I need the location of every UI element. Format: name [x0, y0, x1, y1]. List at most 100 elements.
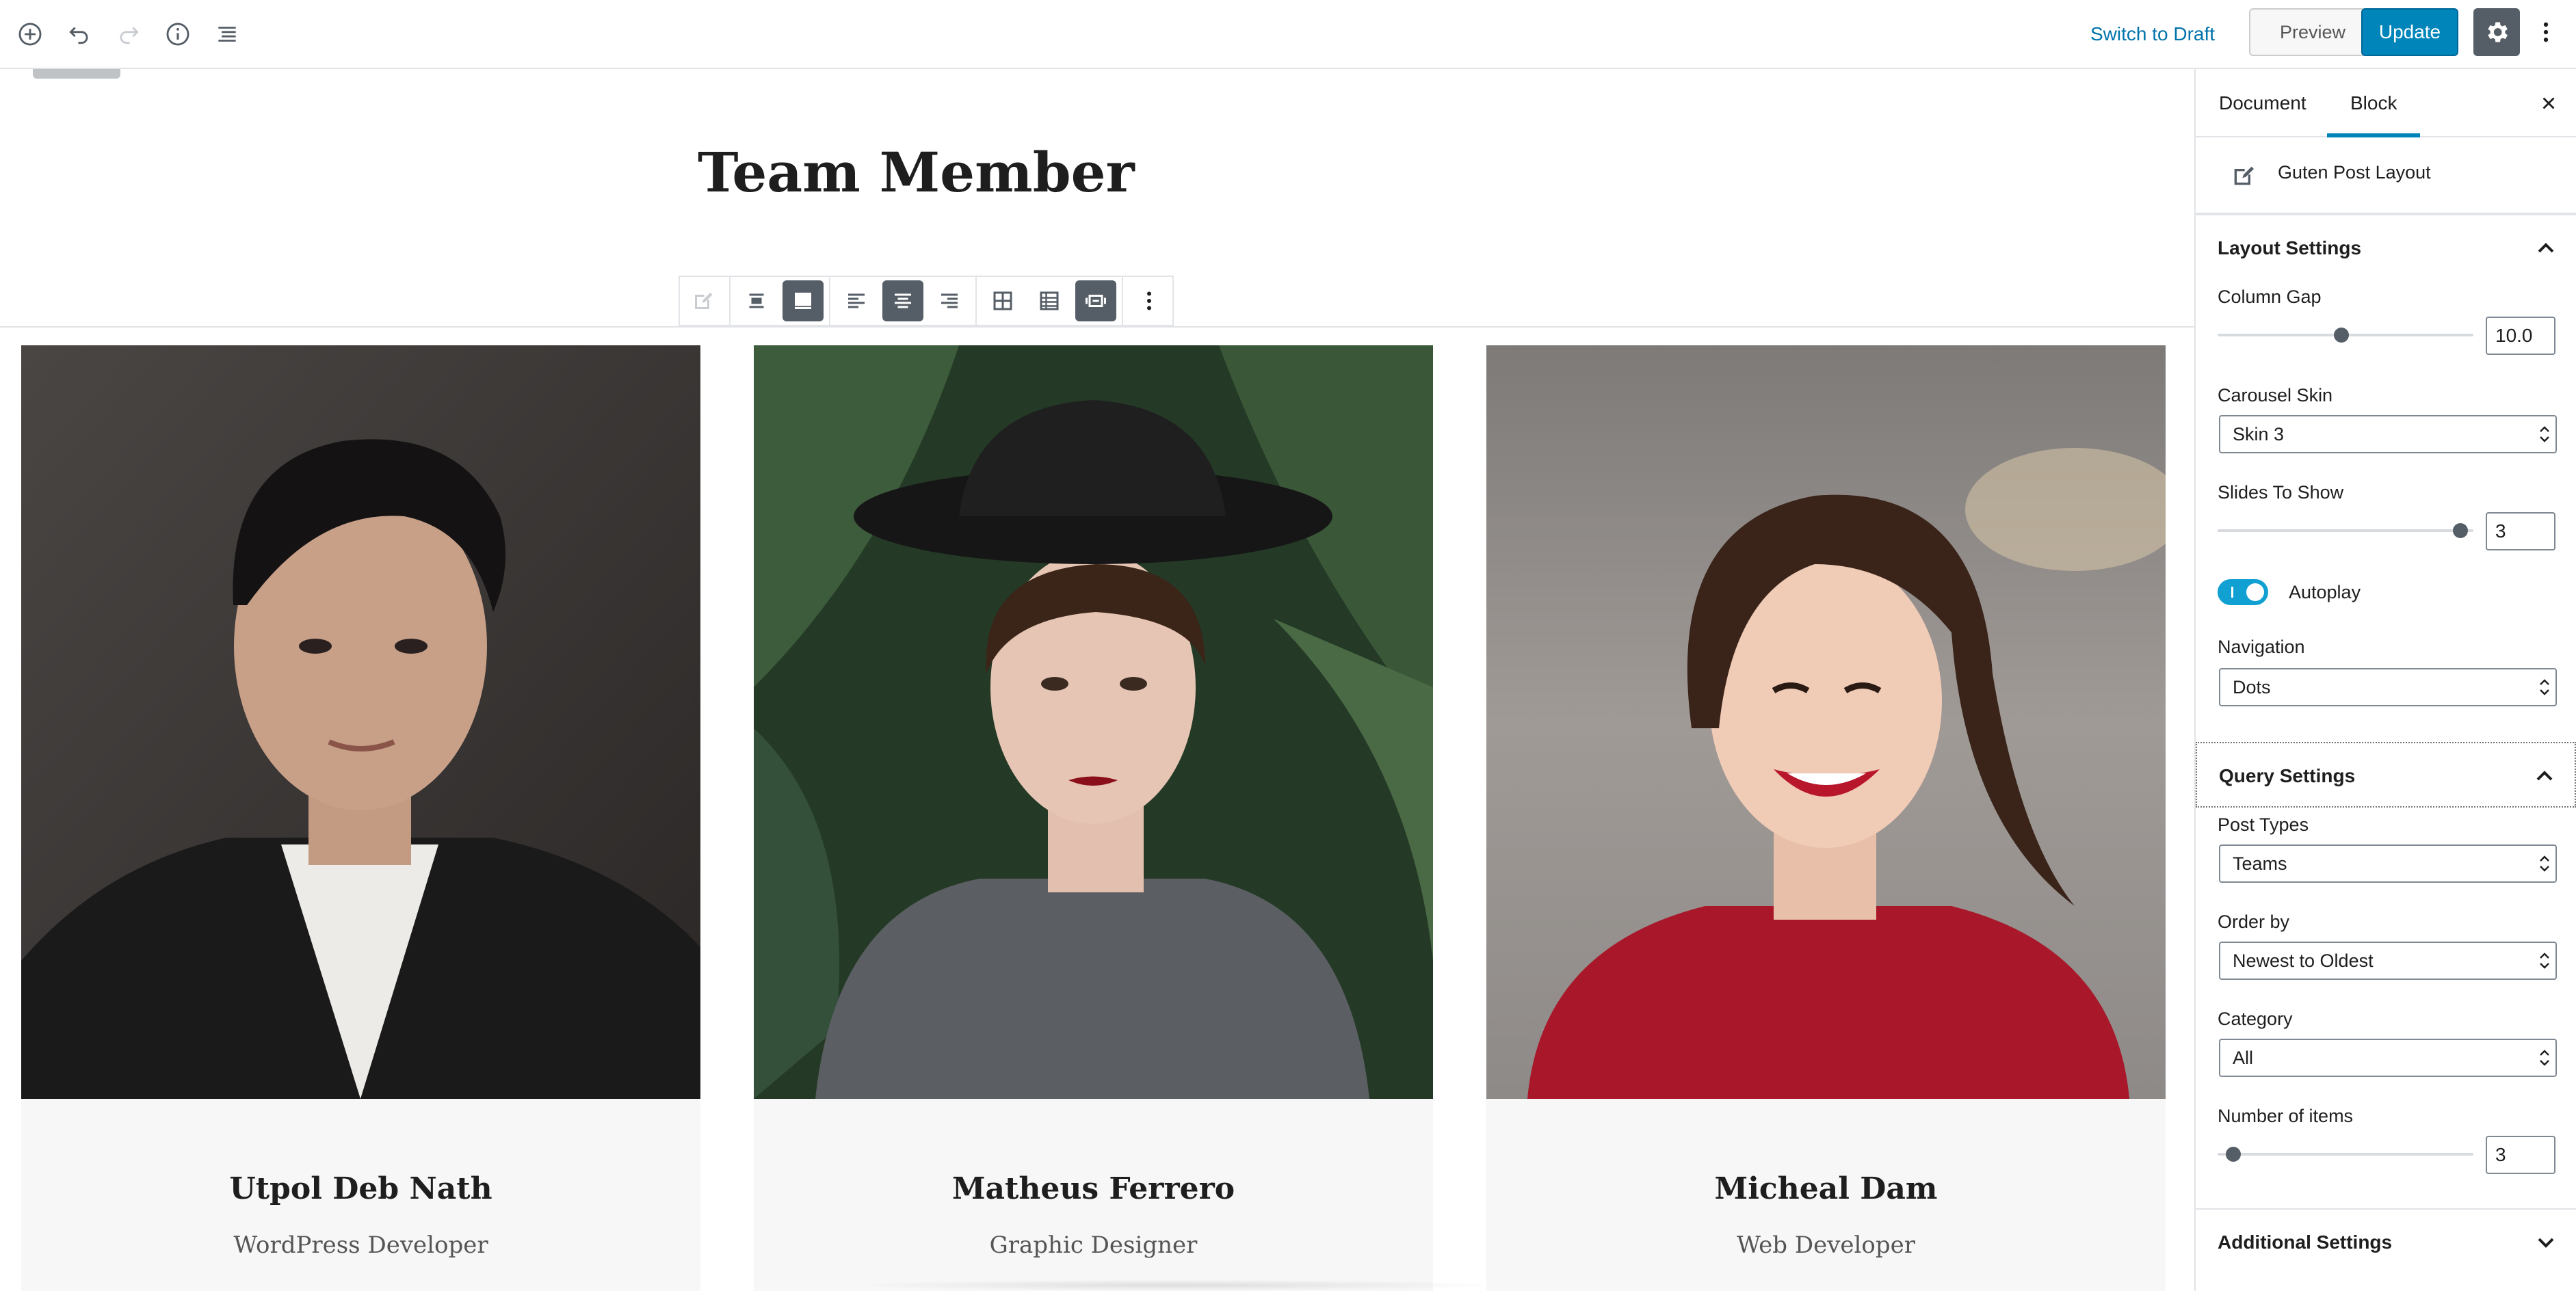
slider-track [2218, 529, 2473, 532]
select-value: All [2233, 1048, 2254, 1068]
select-arrows-icon [2540, 679, 2549, 695]
settings-gear-button[interactable] [2473, 8, 2520, 56]
order-by-select[interactable]: Newest to Oldest [2219, 942, 2557, 980]
navigation-select[interactable]: Dots [2219, 668, 2557, 706]
edit-post-icon [2234, 166, 2254, 185]
sidebar-tabs: Document Block [2196, 69, 2576, 137]
align-center-icon [895, 293, 911, 308]
team-card[interactable]: Micheal Dam Web Developer [1486, 345, 2166, 1291]
carousel-view-button[interactable] [1075, 280, 1116, 321]
chevron-down-icon [2538, 1238, 2554, 1248]
select-arrows-icon [2540, 953, 2549, 969]
category-select[interactable]: All [2219, 1039, 2557, 1077]
grid-view-button[interactable] [982, 280, 1023, 321]
slider-thumb[interactable] [2453, 523, 2468, 538]
align-right-button[interactable] [929, 280, 970, 321]
select-value: Newest to Oldest [2233, 950, 2374, 971]
block-more-options-button[interactable] [1129, 280, 1170, 321]
switch-to-draft-link[interactable]: Switch to Draft [2079, 16, 2226, 52]
more-options-button[interactable] [2527, 10, 2565, 55]
select-value: Skin 3 [2233, 424, 2285, 444]
member-name: Utpol Deb Nath [229, 1171, 492, 1206]
align-right-icon [941, 293, 958, 308]
toggle-on-mark [2231, 587, 2233, 598]
member-photo [1486, 345, 2166, 1099]
toolbar-divider [975, 276, 977, 326]
slider-thumb[interactable] [2334, 328, 2349, 343]
slider-thumb[interactable] [2226, 1147, 2241, 1162]
toolbar-divider [729, 276, 731, 326]
toolbar-divider [829, 276, 830, 326]
carousel-dots-shadow [848, 1279, 1505, 1291]
select-value: Teams [2233, 853, 2287, 874]
slides-to-show-input[interactable]: 3 [2486, 512, 2555, 550]
slides-to-show-label: Slides To Show [2218, 482, 2344, 503]
update-button[interactable]: Update [2361, 8, 2458, 56]
team-card[interactable]: Utpol Deb Nath WordPress Developer [21, 345, 700, 1291]
align-full-icon [795, 293, 811, 309]
post-types-select[interactable]: Teams [2219, 844, 2557, 883]
carousel-skin-select[interactable]: Skin 3 [2219, 415, 2557, 453]
post-types-label: Post Types [2218, 814, 2309, 835]
gear-icon [2488, 22, 2508, 42]
edit-post-icon [695, 293, 713, 309]
align-left-icon [848, 293, 865, 308]
list-icon [1040, 291, 1059, 310]
vertical-ellipsis-icon [1147, 291, 1151, 310]
number-of-items-label: Number of items [2218, 1106, 2354, 1126]
additional-settings-toggle[interactable]: Additional Settings [2196, 1208, 2576, 1274]
slides-to-show-slider[interactable] [2218, 520, 2473, 541]
post-title[interactable]: Team Member [698, 140, 1135, 204]
team-card[interactable]: Matheus Ferrero Graphic Designer [754, 345, 1433, 1291]
vertical-ellipsis-icon [2543, 22, 2549, 42]
scrolled-button-fragment [33, 69, 120, 79]
redo-icon[interactable] [108, 14, 149, 55]
number-of-items-slider[interactable] [2218, 1144, 2473, 1164]
editor-top-bar: Switch to Draft Preview Update [0, 0, 2576, 69]
carousel-icon [1086, 295, 1106, 307]
column-gap-input[interactable]: 10.0 [2486, 317, 2555, 355]
member-photo [21, 345, 700, 1099]
order-by-label: Order by [2218, 911, 2290, 932]
select-arrows-icon [2540, 855, 2549, 872]
close-sidebar-button[interactable] [2535, 90, 2562, 117]
query-settings-toggle[interactable]: Query Settings [2196, 742, 2576, 808]
member-role: WordPress Developer [233, 1232, 488, 1259]
number-of-items-input[interactable]: 3 [2486, 1136, 2555, 1174]
category-label: Category [2218, 1009, 2293, 1029]
member-role: Graphic Designer [989, 1232, 1198, 1259]
align-center-button[interactable] [882, 280, 923, 321]
member-role: Web Developer [1736, 1232, 1916, 1259]
column-gap-slider[interactable] [2218, 325, 2473, 345]
select-arrows-icon [2540, 1050, 2549, 1066]
navigation-label: Navigation [2218, 637, 2305, 657]
align-wide-button[interactable] [736, 280, 777, 321]
close-icon [2542, 97, 2555, 109]
editor-canvas: Team Member Utpol Deb Nath WordPress Dev… [0, 69, 2194, 1291]
add-block-icon[interactable] [10, 14, 51, 55]
info-icon[interactable] [157, 14, 198, 55]
preview-button[interactable]: Preview [2249, 8, 2376, 56]
member-name: Micheal Dam [1714, 1171, 1938, 1206]
team-carousel: Utpol Deb Nath WordPress Developer Mathe… [21, 345, 2173, 1291]
panel-title: Layout Settings [2218, 237, 2362, 258]
toggle-knob [2246, 583, 2264, 601]
layout-settings-toggle[interactable]: Layout Settings [2196, 214, 2576, 280]
select-arrows-icon [2540, 426, 2549, 442]
block-navigation-icon[interactable] [207, 14, 248, 55]
list-view-button[interactable] [1029, 280, 1070, 321]
column-gap-label: Column Gap [2218, 287, 2322, 307]
settings-sidebar: Document Block Guten Post Layout Layout … [2194, 69, 2576, 1291]
autoplay-toggle[interactable] [2218, 579, 2268, 605]
align-full-button[interactable] [783, 280, 824, 321]
undo-icon[interactable] [59, 14, 100, 55]
slider-track [2218, 1153, 2473, 1156]
align-left-button[interactable] [836, 280, 877, 321]
tab-block[interactable]: Block [2327, 69, 2421, 137]
select-value: Dots [2233, 677, 2271, 697]
member-photo [754, 345, 1433, 1099]
tab-document[interactable]: Document [2196, 69, 2330, 137]
chevron-up-icon [2536, 771, 2553, 781]
carousel-skin-label: Carousel Skin [2218, 385, 2333, 405]
block-type-switcher[interactable] [683, 280, 724, 321]
